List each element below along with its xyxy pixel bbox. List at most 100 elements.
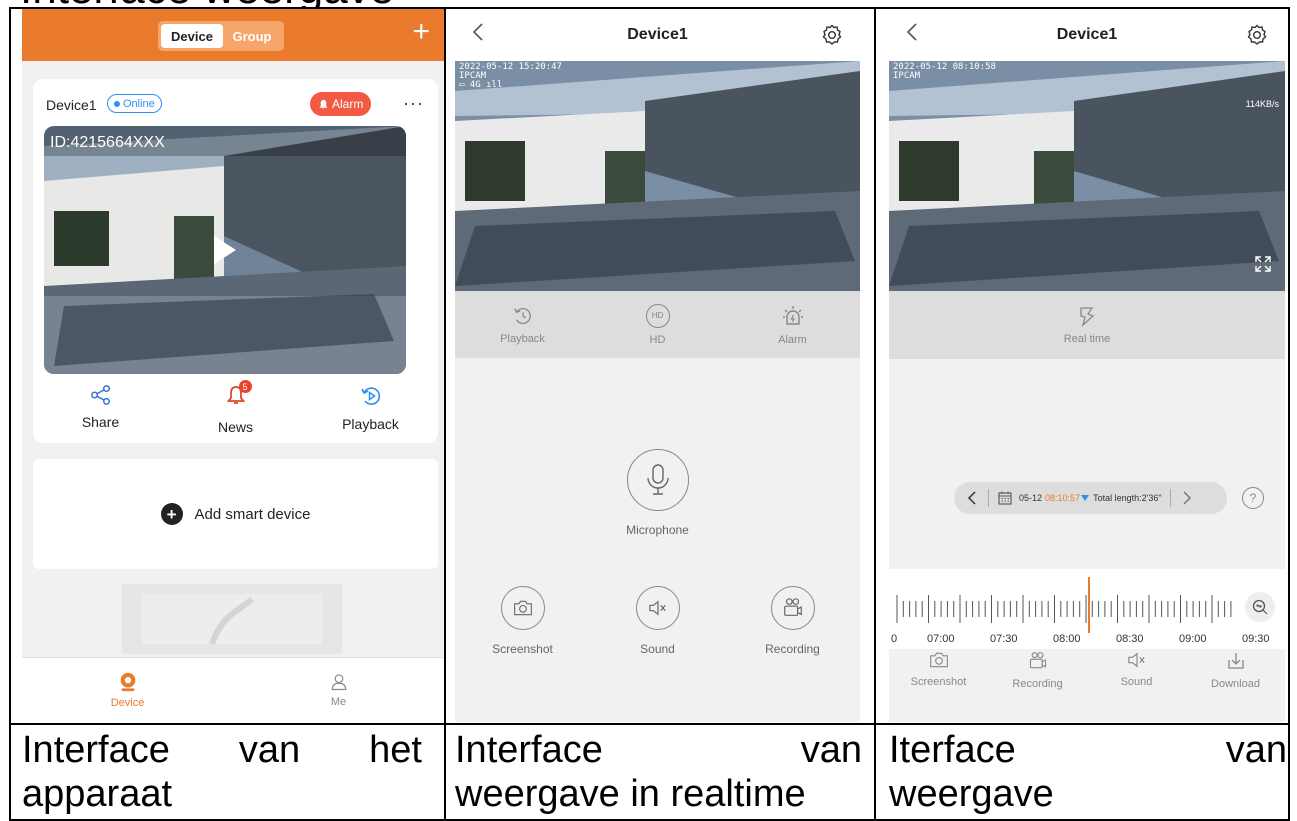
timeline[interactable]: 0 07:00 07:30 08:00 08:30 09:00 09:30 — [889, 569, 1285, 649]
timeline-label: 0 — [891, 633, 898, 645]
screenshot-button[interactable]: Screenshot — [455, 586, 590, 656]
camera-icon — [513, 600, 532, 616]
caption-line-1: Iterface van — [889, 728, 1287, 772]
osd-camera-name: IPCAM — [893, 71, 921, 81]
microphone-button[interactable] — [626, 449, 689, 511]
tab-me-nav[interactable]: Me — [233, 658, 444, 722]
chevron-left-icon[interactable] — [966, 490, 978, 506]
osd-signal-label: 4G — [469, 80, 481, 90]
help-button[interactable]: ? — [1242, 487, 1264, 509]
page-title: Device1 — [1056, 26, 1118, 43]
hd-icon: HD — [645, 303, 670, 328]
recording-circle — [770, 586, 815, 630]
sound-label: Sound — [1120, 676, 1153, 688]
tab-me-label: Me — [330, 696, 347, 708]
news-count-badge: 5 — [238, 380, 252, 393]
alarm-button[interactable]: Alarm — [725, 291, 860, 358]
fullscreen-button[interactable] — [1253, 254, 1273, 279]
news-icon-wrap: 5 — [224, 380, 252, 411]
playback-button[interactable]: Playback — [303, 384, 438, 435]
siren-icon — [782, 305, 803, 325]
camera-icon — [929, 652, 948, 668]
settings-button[interactable] — [820, 23, 844, 52]
camera-scene-image — [889, 61, 1285, 291]
video-osd: 2022-05-12 15:20:47 IPCAM ▭ 4G ıll — [459, 63, 562, 90]
caption-line-1: Interface van — [455, 728, 862, 772]
table-divider — [874, 7, 876, 821]
caption-device-interface: Interface van het apparaat — [22, 728, 422, 821]
news-label: News — [217, 419, 253, 435]
caption-word: van — [1225, 729, 1287, 771]
screenshot-circle — [500, 586, 545, 630]
recording-button[interactable]: Recording — [988, 651, 1087, 690]
device-card: Device1 Online Alarm ··· ID:4215664XXX S… — [33, 79, 438, 443]
device-name: Device1 — [46, 97, 97, 113]
timeline-label: 08:00 — [1053, 633, 1081, 645]
bitrate-readout: 114KB/s — [1245, 99, 1279, 109]
download-icon — [1227, 653, 1244, 669]
tab-group[interactable]: Group — [223, 29, 281, 44]
live-video[interactable]: 2022-05-12 15:20:47 IPCAM ▭ 4G ıll — [455, 61, 860, 291]
playback-actions: Screenshot Recording Sound Download — [889, 651, 1285, 690]
screenshot-label: Screenshot — [492, 642, 553, 656]
tab-device-nav[interactable]: Device — [22, 658, 233, 722]
playback-icon — [360, 387, 380, 405]
dropdown-icon[interactable] — [1081, 495, 1090, 501]
playback-label: Playback — [500, 332, 545, 345]
divider — [1169, 489, 1171, 507]
share-button[interactable]: Share — [33, 384, 168, 435]
timeline-label: 09:30 — [1242, 633, 1270, 645]
video-thumbnail[interactable]: ID:4215664XXX — [44, 126, 406, 374]
tab-device-label: Device — [110, 697, 145, 709]
playback-label: Playback — [342, 416, 399, 432]
sound-button[interactable]: Sound — [590, 586, 725, 656]
alarm-button[interactable]: Alarm — [310, 92, 372, 116]
video-osd: 2022-05-12 08:10:58 IPCAM — [893, 63, 996, 81]
chevron-right-icon[interactable] — [1181, 490, 1193, 506]
microphone-label: Microphone — [626, 523, 689, 537]
hd-button[interactable]: HD HD — [590, 291, 725, 358]
microphone-control: Microphone — [455, 449, 860, 537]
add-circle-icon: + — [160, 503, 183, 525]
sound-label: Sound — [640, 642, 675, 656]
caption-word: Interface — [455, 729, 603, 771]
playback-button[interactable]: Playback — [455, 291, 590, 358]
share-label: Share — [81, 414, 120, 430]
add-icon[interactable]: + — [412, 17, 430, 47]
real-time-button[interactable]: Real time — [889, 291, 1285, 359]
video-camera-icon — [1029, 652, 1046, 669]
timeline-label: 08:30 — [1116, 633, 1144, 645]
add-device-label: Add smart device — [194, 505, 311, 523]
caption-word: Interface — [22, 729, 170, 771]
live-actions: Screenshot Sound Recording — [455, 586, 860, 656]
timeline-cursor[interactable] — [1088, 577, 1090, 633]
speaker-muted-icon — [648, 600, 666, 616]
news-button[interactable]: 5 News — [168, 380, 303, 435]
recording-label: Recording — [1012, 678, 1063, 690]
tab-device[interactable]: Device — [161, 24, 223, 48]
play-icon[interactable] — [214, 236, 236, 264]
camera-icon — [120, 672, 135, 692]
more-icon[interactable]: ··· — [403, 93, 424, 114]
playback-video[interactable]: 2022-05-12 08:10:58 IPCAM 114KB/s — [889, 61, 1285, 291]
date-label: 05-12 — [1019, 493, 1043, 503]
zoom-button[interactable] — [1245, 592, 1275, 622]
screenshot-page: Interface weergave Device Group + Device… — [0, 0, 1297, 821]
calendar-icon[interactable] — [997, 490, 1013, 506]
sound-button[interactable]: Sound — [1087, 651, 1186, 690]
screenshot-label: Screenshot — [910, 676, 967, 688]
timeline-label: 09:00 — [1179, 633, 1207, 645]
camera-scene-image — [455, 61, 860, 291]
time-label[interactable]: 08:10:57 — [1045, 493, 1080, 503]
divider — [988, 489, 989, 507]
download-button[interactable]: Download — [1186, 651, 1285, 690]
zoom-icon — [1252, 599, 1268, 615]
date-selector: 05-12 08:10:57 Total length:2'36" — [954, 482, 1227, 514]
recording-button[interactable]: Recording — [725, 586, 860, 656]
caption-word: van — [800, 729, 862, 771]
caption-line-2: weergave — [889, 773, 1054, 815]
add-smart-device-button[interactable]: + Add smart device — [33, 459, 438, 569]
recording-label: Recording — [765, 642, 820, 656]
screenshot-button[interactable]: Screenshot — [889, 651, 988, 690]
settings-button[interactable] — [1245, 23, 1269, 52]
